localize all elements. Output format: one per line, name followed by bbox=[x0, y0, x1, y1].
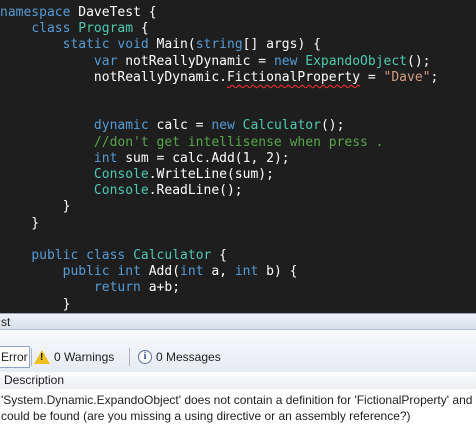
code-token: { bbox=[211, 248, 228, 263]
errors-filter-button[interactable]: Error bbox=[0, 346, 30, 368]
code-token: namespace bbox=[0, 5, 71, 20]
code-token: } bbox=[0, 296, 71, 312]
error-list-toolbar: Error 0 Warnings i 0 Messages bbox=[0, 330, 476, 373]
code-token: a, bbox=[203, 264, 235, 280]
code-token: } bbox=[0, 215, 40, 231]
code-line: } bbox=[0, 296, 71, 313]
code-token: [] args) { bbox=[242, 37, 321, 53]
code-token: "Dave" bbox=[383, 69, 431, 85]
code-line: public class Calculator { bbox=[0, 248, 227, 264]
code-token: = bbox=[360, 69, 384, 85]
code-token: sum = calc.Add(1, 2); bbox=[117, 150, 290, 166]
code-token: a+b; bbox=[140, 280, 181, 296]
code-token: string bbox=[195, 37, 243, 53]
code-token: Console bbox=[93, 167, 149, 182]
code-token: void bbox=[117, 37, 149, 53]
code-token: .ReadLine(); bbox=[148, 183, 243, 199]
code-token: dynamic bbox=[93, 118, 149, 134]
messages-filter-button[interactable]: i 0 Messages bbox=[138, 346, 221, 368]
errors-filter-label: Error bbox=[1, 350, 28, 364]
code-token: Calculator bbox=[242, 118, 321, 134]
code-line: notReallyDynamic.FictionalProperty = "Da… bbox=[0, 70, 438, 86]
toolbar-separator bbox=[31, 348, 32, 366]
code-token: new bbox=[273, 53, 298, 69]
code-token: int bbox=[234, 264, 259, 280]
description-column-label: Description bbox=[4, 373, 65, 387]
code-token: calc = bbox=[148, 118, 212, 134]
info-icon: i bbox=[138, 350, 152, 364]
code-line: var notReallyDynamic = new ExpandoObject… bbox=[0, 54, 431, 70]
panel-title[interactable]: st bbox=[0, 313, 476, 330]
code-token: //don't get intellisense when press . bbox=[93, 134, 384, 150]
code-token: } bbox=[0, 199, 71, 215]
code-line: int sum = calc.Add(1, 2); bbox=[0, 151, 290, 167]
code-token: public bbox=[62, 264, 110, 280]
code-token: public bbox=[31, 248, 79, 263]
code-token: (); bbox=[407, 53, 431, 69]
code-token: DaveTest { bbox=[70, 5, 157, 20]
code-token: ; bbox=[430, 69, 439, 85]
code-line: } bbox=[0, 199, 71, 215]
code-token: { bbox=[133, 21, 149, 37]
code-line: return a+b; bbox=[0, 280, 180, 296]
code-token: int bbox=[180, 264, 204, 280]
code-editor[interactable]: namespace DaveTest { class Program { sta… bbox=[0, 0, 476, 313]
code-token: notReallyDynamic = bbox=[117, 53, 274, 69]
code-token: Program bbox=[78, 21, 134, 37]
code-token: int bbox=[117, 264, 141, 280]
error-list-panel: st Error 0 Warnings i 0 Messages Descrip… bbox=[0, 313, 476, 430]
code-line: } bbox=[0, 216, 39, 232]
code-line: class Program { bbox=[0, 21, 149, 37]
code-token: static bbox=[62, 37, 110, 53]
messages-filter-label: 0 Messages bbox=[156, 350, 221, 364]
code-token: Main( bbox=[148, 37, 196, 53]
code-token: ExpandoObject bbox=[305, 53, 408, 69]
code-line: Console.WriteLine(sum); bbox=[0, 167, 274, 183]
code-line: namespace DaveTest { bbox=[0, 5, 157, 21]
toolbar-separator bbox=[129, 348, 130, 366]
code-token: var bbox=[93, 53, 118, 69]
code-token: Console bbox=[93, 183, 149, 199]
error-token: FictionalProperty bbox=[226, 69, 361, 85]
code-token: class bbox=[86, 248, 126, 263]
description-column-header[interactable]: Description bbox=[0, 372, 476, 390]
code-line: Console.ReadLine(); bbox=[0, 183, 243, 199]
warning-icon bbox=[34, 350, 50, 364]
code-token: notReallyDynamic. bbox=[0, 69, 227, 85]
warnings-filter-label: 0 Warnings bbox=[54, 350, 115, 364]
code-token: Add( bbox=[140, 264, 181, 280]
code-token: class bbox=[31, 21, 71, 37]
error-list-row[interactable]: 'System.Dynamic.ExpandoObject' does not … bbox=[0, 389, 476, 425]
code-line: //don't get intellisense when press . bbox=[0, 135, 384, 151]
code-line: public int Add(int a, int b) { bbox=[0, 264, 298, 280]
warnings-filter-button[interactable]: 0 Warnings bbox=[34, 346, 114, 368]
code-token: b) { bbox=[258, 264, 298, 280]
code-token: return bbox=[93, 280, 141, 296]
code-token: Calculator bbox=[133, 248, 212, 263]
code-token: .WriteLine(sum); bbox=[148, 167, 274, 182]
code-token: (); bbox=[320, 118, 345, 134]
code-token: new bbox=[211, 118, 235, 134]
error-description-line: 'System.Dynamic.ExpandoObject' does not … bbox=[1, 393, 473, 407]
code-token: int bbox=[93, 150, 118, 166]
error-description-line: could be found (are you missing a using … bbox=[1, 409, 411, 423]
code-line: static void Main(string[] args) { bbox=[0, 37, 321, 53]
code-line: dynamic calc = new Calculator(); bbox=[0, 118, 345, 134]
